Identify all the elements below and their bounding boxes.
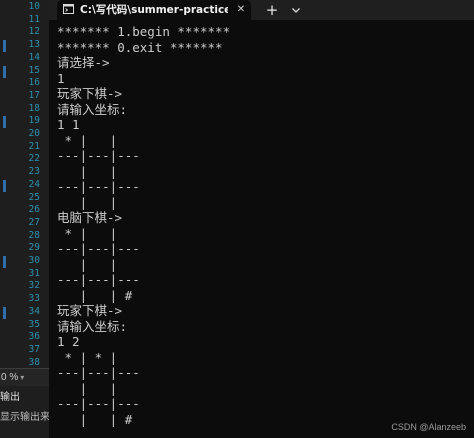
- line-number: 24: [28, 178, 40, 190]
- line-number-gutter: 10 11 12 13 14 15 16 17 18 19 20 21 22 23 24 25 26 27 28 29…: [0, 0, 49, 368]
- line-number: 37: [28, 343, 40, 355]
- line-number: 32: [28, 280, 40, 292]
- console-line: 请选择->: [57, 55, 110, 70]
- console-line: 请输入坐标:: [57, 318, 128, 334]
- console-line: 1 1: [57, 117, 80, 132]
- console-line: * | |: [57, 132, 125, 148]
- line-number: 15: [28, 64, 40, 76]
- change-marker: [3, 306, 6, 319]
- screen: 10 11 12 13 14 15 16 17 18 19 20 21 22 23 24 25 26 27 28 29…: [0, 0, 474, 438]
- console-line: | |: [57, 256, 125, 272]
- terminal-icon: [63, 4, 74, 14]
- line-number: 21: [28, 140, 40, 152]
- line-number: 11: [28, 13, 40, 25]
- watermark: CSDN @Alanzeeb: [391, 422, 466, 432]
- line-number: 10: [28, 1, 40, 12]
- zoom-level[interactable]: 0 % ▾: [0, 368, 49, 386]
- console-line: ---|---|---: [57, 365, 140, 380]
- line-number: 16: [28, 77, 40, 89]
- line-number: 13: [28, 39, 40, 51]
- line-number: 18: [28, 102, 40, 114]
- change-marker: [3, 116, 6, 129]
- console-line: | |: [57, 163, 125, 179]
- console-line: 1: [57, 70, 65, 86]
- line-number: 22: [28, 153, 40, 165]
- console-line: ---|---|---: [57, 241, 140, 256]
- console-line: 电脑下棋->: [57, 210, 123, 225]
- tab-bar: C:\写代码\summer-practice\g ✕ +: [49, 0, 474, 20]
- line-number: 35: [28, 318, 40, 330]
- line-number: 36: [28, 331, 40, 343]
- tab-title: C:\写代码\summer-practice\g: [80, 4, 228, 16]
- output-source-label: 显示输出来源: [0, 412, 49, 423]
- new-tab-button[interactable]: +: [262, 0, 282, 20]
- change-marker: [3, 65, 6, 78]
- console-line: 请输入坐标:: [57, 101, 128, 117]
- line-number: 31: [28, 267, 40, 279]
- line-number: 12: [28, 26, 40, 38]
- console-line: | |: [57, 380, 125, 396]
- line-number: 23: [28, 166, 40, 178]
- line-number: 20: [28, 128, 40, 139]
- zoom-label: 0 %: [1, 372, 19, 383]
- line-number: 27: [28, 216, 40, 228]
- line-number: 29: [28, 242, 40, 254]
- console-line: 玩家下棋->: [57, 303, 123, 318]
- console-line: ---|---|---: [57, 396, 140, 411]
- line-number: 30: [28, 255, 40, 266]
- console-line: ******* 0.exit *******: [57, 39, 223, 55]
- close-icon[interactable]: ✕: [234, 3, 248, 17]
- change-marker: [3, 256, 6, 268]
- line-number: 17: [28, 89, 40, 101]
- line-number: 33: [28, 293, 40, 305]
- change-marker: [3, 40, 6, 53]
- terminal-window: C:\写代码\summer-practice\g ✕ + ******* 1.b…: [49, 0, 474, 438]
- console-line: ---|---|---: [57, 179, 140, 194]
- chevron-down-icon[interactable]: ▾: [20, 373, 24, 382]
- console-line: * | * |: [57, 349, 125, 365]
- console-line: | |: [57, 194, 125, 210]
- change-marker: [3, 179, 6, 192]
- console-line: 1 2: [57, 334, 80, 349]
- console-line: ---|---|---: [57, 148, 140, 163]
- line-number: 28: [28, 229, 40, 241]
- console-line: ******* 1.begin *******: [57, 24, 231, 39]
- line-number: 14: [28, 51, 40, 63]
- line-number: 25: [28, 191, 40, 203]
- line-number: 19: [28, 115, 40, 127]
- output-panel-title: 输出: [0, 392, 20, 403]
- line-number: 34: [28, 305, 40, 317]
- ide-editor-strip: 10 11 12 13 14 15 16 17 18 19 20 21 22 23 24 25 26 27 28 29…: [0, 0, 50, 438]
- console-line: | | #: [57, 287, 133, 303]
- console-line: * | |: [57, 225, 125, 241]
- console-line: ---|---|---: [57, 272, 140, 287]
- chevron-down-icon[interactable]: [286, 0, 306, 20]
- line-number: 26: [28, 204, 40, 216]
- console-line: 玩家下棋->: [57, 86, 123, 101]
- terminal-tab[interactable]: C:\写代码\summer-practice\g ✕: [57, 0, 251, 20]
- console-output[interactable]: ******* 1.begin ******* ******* 0.exit **…: [57, 24, 467, 427]
